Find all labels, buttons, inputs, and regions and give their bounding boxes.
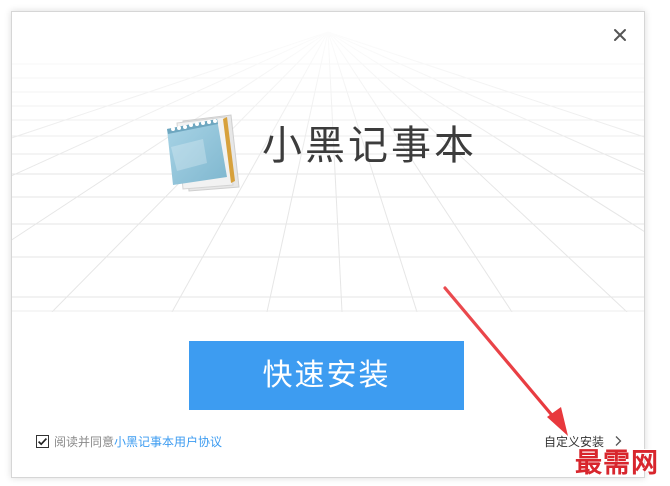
installer-window: 小黑记事本 快速安装 阅读并同意 小黑记事本用户协议 自定义安装 [11,11,645,478]
close-icon [614,29,626,41]
watermark: 最需网 [575,448,659,479]
user-agreement-link[interactable]: 小黑记事本用户协议 [114,433,222,450]
agreement-row: 阅读并同意 小黑记事本用户协议 [36,432,222,450]
agreement-prefix: 阅读并同意 [54,434,115,449]
agreement-checkbox[interactable] [36,434,49,448]
screenshot: 小黑记事本 快速安装 阅读并同意 小黑记事本用户协议 自定义安装 最需网 [0,0,670,486]
app-title: 小黑记事本 [262,123,477,169]
quick-install-button[interactable]: 快速安装 [189,341,464,410]
notepad-icon [167,114,240,192]
close-button[interactable] [609,24,631,46]
